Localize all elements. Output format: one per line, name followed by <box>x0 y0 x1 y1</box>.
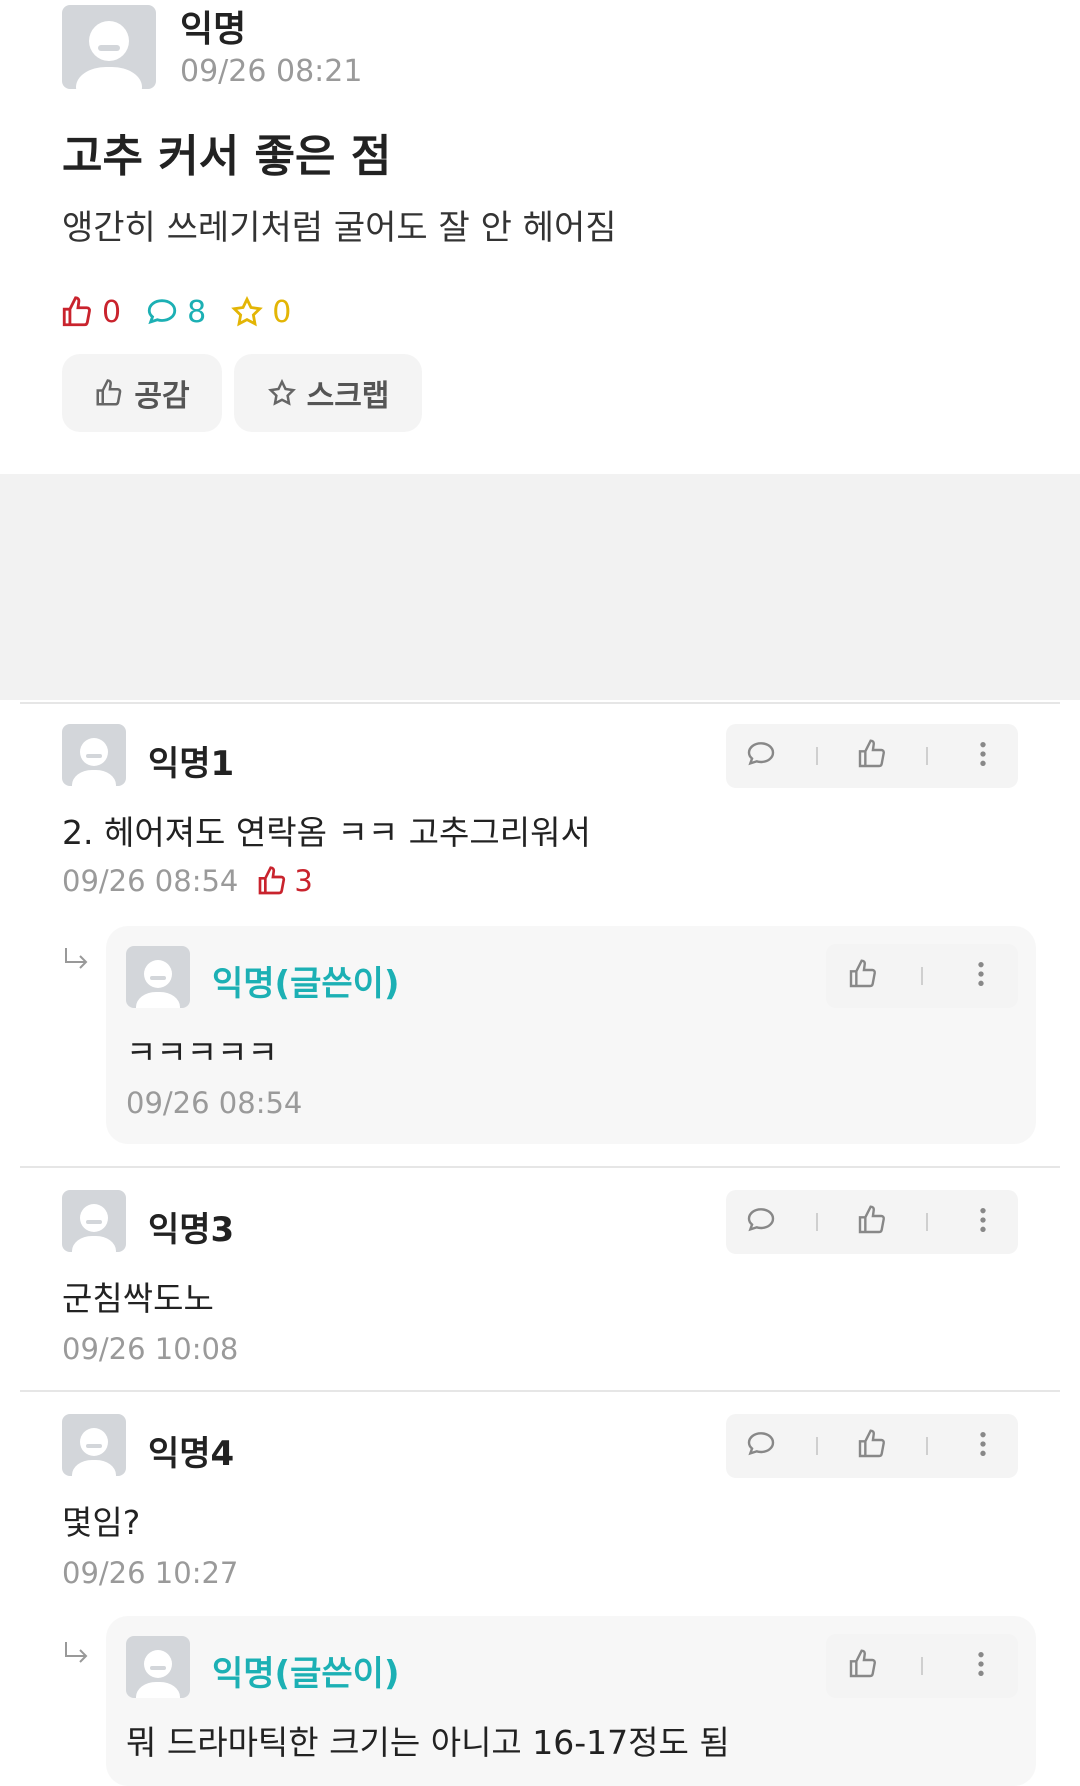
comment-time: 09/26 08:54 <box>126 1086 303 1120</box>
like-button[interactable]: 공감 <box>62 354 222 432</box>
comment-avatar <box>62 1414 126 1476</box>
separator <box>926 1213 929 1231</box>
scrap-count: 0 <box>272 294 292 330</box>
comment-author: 익명(글쓴이) <box>212 964 400 1004</box>
thumbs-up-icon[interactable] <box>847 1648 879 1684</box>
comment-actions <box>826 944 1018 1008</box>
more-icon[interactable] <box>967 1428 999 1464</box>
like-button-label: 공감 <box>134 379 190 414</box>
comment-actions <box>726 1190 1018 1254</box>
comment-actions <box>726 1414 1018 1478</box>
more-icon[interactable] <box>967 738 999 774</box>
post-time: 09/26 08:21 <box>180 54 363 89</box>
divider <box>20 1166 1060 1168</box>
separator <box>815 1213 818 1231</box>
thumbs-up-icon[interactable] <box>847 958 879 994</box>
reply-arrow-icon <box>62 944 92 978</box>
comment-text: 몇임? <box>62 1503 141 1542</box>
reply-box: 익명(글쓴이) 뭐 드라마틱한 크기는 아니고 16-17정도 됨 <box>106 1616 1036 1786</box>
separator <box>926 1437 929 1455</box>
comment-avatar <box>62 724 126 786</box>
comment-time: 09/26 10:08 <box>62 1332 239 1366</box>
divider <box>20 702 1060 704</box>
reply-arrow-icon <box>62 1638 92 1672</box>
comment-text: 군침싹도노 <box>62 1279 214 1318</box>
comment-author: 익명(글쓴이) <box>212 1654 400 1694</box>
thumbs-up-icon[interactable] <box>856 1428 888 1464</box>
reply-box: 익명(글쓴이) ㅋㅋㅋㅋㅋ 09/26 08:54 <box>106 926 1036 1144</box>
thumbs-up-icon <box>60 295 94 329</box>
more-icon[interactable] <box>967 1204 999 1240</box>
post-author: 익명 <box>180 9 247 50</box>
post-stats: 0 8 0 <box>60 292 291 332</box>
thumbs-up-icon <box>256 865 288 897</box>
separator <box>921 1657 923 1675</box>
post-body: 앵간히 쓰레기처럼 굴어도 잘 안 헤어짐 <box>62 208 617 248</box>
separator <box>815 1437 818 1455</box>
comment-avatar <box>126 1636 190 1698</box>
separator <box>921 967 923 985</box>
more-icon[interactable] <box>965 1648 997 1684</box>
comment-time: 09/26 10:27 <box>62 1556 239 1590</box>
comment-text: ㅋㅋㅋㅋㅋ <box>126 1033 278 1072</box>
thumbs-up-icon[interactable] <box>856 738 888 774</box>
ad-banner-area <box>0 474 1080 700</box>
comment-count: 8 <box>187 294 207 330</box>
comment-meta: 09/26 08:54 3 <box>62 864 313 898</box>
more-icon[interactable] <box>965 958 997 994</box>
thumbs-up-icon[interactable] <box>856 1204 888 1240</box>
comment-author: 익명4 <box>148 1434 235 1474</box>
reply-icon[interactable] <box>745 1204 777 1240</box>
author-avatar <box>62 5 156 89</box>
reply-icon[interactable] <box>745 1428 777 1464</box>
thumbs-up-icon <box>94 378 124 408</box>
comment-actions <box>726 724 1018 788</box>
scrap-button-label: 스크랩 <box>306 379 390 414</box>
comment-author: 익명3 <box>148 1210 235 1250</box>
comment-avatar <box>62 1190 126 1252</box>
separator <box>926 747 929 765</box>
comment-icon <box>145 295 179 329</box>
comment-like-count: 3 <box>294 864 313 898</box>
comment-actions <box>826 1634 1018 1698</box>
star-icon <box>267 378 297 408</box>
divider <box>20 1390 1060 1392</box>
comment-avatar <box>126 946 190 1008</box>
post-title: 고추 커서 좋은 점 <box>62 131 392 182</box>
comment-text: 뭐 드라마틱한 크기는 아니고 16-17정도 됨 <box>126 1723 730 1762</box>
comment-time: 09/26 08:54 <box>62 864 239 898</box>
comment-text: 2. 헤어져도 연락옴 ㅋㅋ 고추그리워서 <box>62 813 591 852</box>
like-count: 0 <box>102 294 122 330</box>
scrap-button[interactable]: 스크랩 <box>234 354 422 432</box>
reply-icon[interactable] <box>745 738 777 774</box>
comment-author: 익명1 <box>148 744 235 784</box>
separator <box>815 747 818 765</box>
star-icon <box>230 295 264 329</box>
